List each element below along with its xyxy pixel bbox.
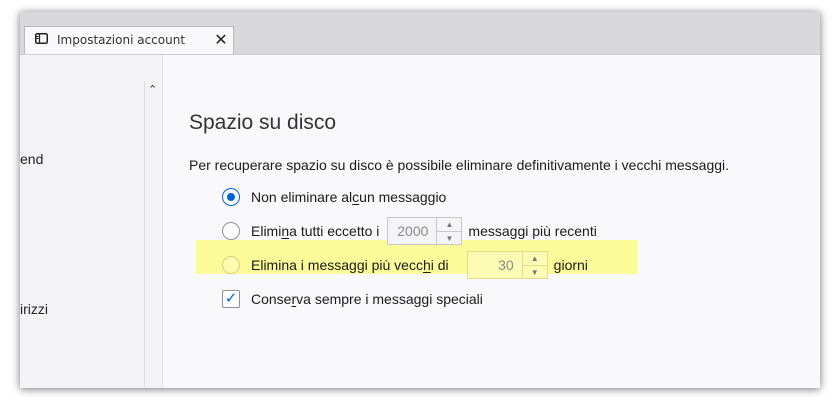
- option-keep-recent[interactable]: Elimina tutti eccetto i 2000 ▲ ▼ messagg…: [222, 217, 597, 245]
- decrement-icon[interactable]: ▼: [437, 231, 462, 245]
- checkmark-icon: ✓: [224, 290, 238, 307]
- tab-title: Impostazioni account: [57, 33, 186, 47]
- tab-account-settings[interactable]: Impostazioni account ✕: [24, 26, 234, 54]
- decrement-icon[interactable]: ▼: [522, 265, 547, 279]
- increment-icon[interactable]: ▲: [437, 218, 461, 231]
- no-delete-radio[interactable]: [222, 188, 240, 206]
- option-keep-recent-label: Elimina tutti eccetto i: [251, 223, 380, 239]
- option-no-delete-label: Non eliminare alcun messaggio: [251, 189, 447, 205]
- keep-recent-radio[interactable]: [222, 222, 240, 240]
- sidebar-item-addresses[interactable]: irizzi: [20, 301, 48, 317]
- option-delete-older[interactable]: Elimina i messaggi più vecchi di 30 ▲ ▼ …: [222, 251, 588, 279]
- keep-starred-checkbox[interactable]: ✓: [222, 290, 240, 308]
- keep-recent-value[interactable]: 2000: [388, 223, 436, 239]
- sidebar-scrollbar[interactable]: ⌃: [144, 81, 163, 387]
- section-description: Per recuperare spazio su disco è possibi…: [189, 157, 730, 173]
- delete-older-value[interactable]: 30: [468, 257, 522, 273]
- close-icon[interactable]: ✕: [211, 30, 231, 50]
- increment-icon[interactable]: ▲: [523, 252, 547, 265]
- option-keep-starred[interactable]: ✓ Conserva sempre i messaggi speciali: [222, 287, 483, 311]
- delete-older-stepper[interactable]: 30 ▲ ▼: [466, 251, 548, 279]
- scroll-up-icon[interactable]: ⌃: [148, 83, 157, 96]
- section-title: Spazio su disco: [189, 111, 337, 134]
- option-keep-starred-label: Conserva sempre i messaggi speciali: [251, 291, 483, 307]
- option-no-delete[interactable]: Non eliminare alcun messaggio: [222, 185, 446, 209]
- app-window: Impostazioni account ✕ end irizzi ⌃ Spaz…: [20, 12, 820, 388]
- keep-recent-suffix: messaggi più recenti: [468, 223, 597, 239]
- option-delete-older-label: Elimina i messaggi più vecchi di: [251, 257, 449, 273]
- keep-recent-stepper[interactable]: 2000 ▲ ▼: [387, 217, 463, 245]
- delete-older-suffix: giorni: [553, 257, 588, 273]
- tab-strip: Impostazioni account ✕: [20, 12, 820, 55]
- account-sidebar: end irizzi ⌃: [20, 55, 163, 388]
- delete-older-radio[interactable]: [222, 256, 240, 274]
- settings-tab-icon: [35, 33, 48, 44]
- sidebar-item-send[interactable]: end: [20, 151, 43, 167]
- disk-space-panel: Spazio su disco Per recuperare spazio su…: [162, 55, 820, 388]
